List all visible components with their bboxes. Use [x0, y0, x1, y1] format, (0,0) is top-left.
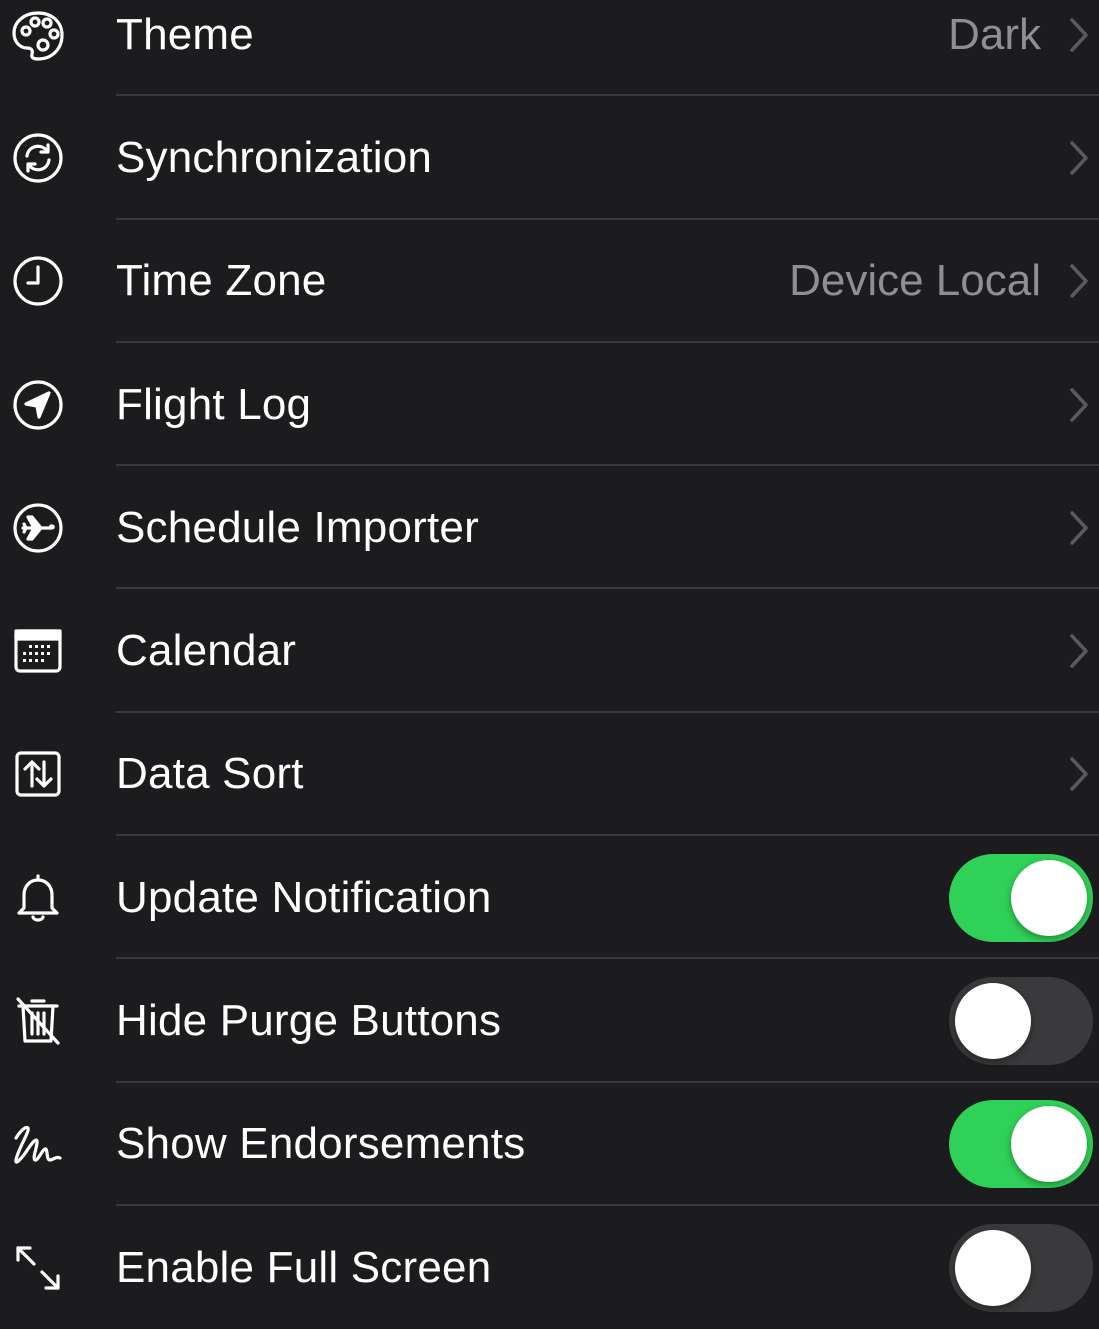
chevron-right-icon: [1067, 15, 1091, 55]
chevron-right-icon: [1067, 754, 1091, 794]
toggle-knob: [1011, 859, 1087, 936]
settings-row-label: Show Endorsements: [116, 1119, 526, 1169]
settings-row-label: Calendar: [116, 626, 297, 676]
settings-row-flight-log[interactable]: Flight Log: [0, 343, 1099, 467]
settings-row-label: Hide Purge Buttons: [116, 996, 502, 1046]
navigation-arrow-icon: [10, 377, 66, 433]
settings-row-enable-full-screen: Enable Full Screen: [0, 1206, 1099, 1329]
time-zone-value: Device Local: [789, 256, 1041, 306]
theme-value: Dark: [948, 9, 1041, 59]
show-endorsements-toggle[interactable]: [949, 1100, 1093, 1189]
expand-arrows-icon: [10, 1240, 66, 1296]
settings-row-update-notification: Update Notification: [0, 836, 1099, 960]
settings-row-synchronization[interactable]: Synchronization: [0, 96, 1099, 220]
settings-row-label: Synchronization: [116, 132, 433, 182]
chevron-right-icon: [1067, 138, 1091, 178]
settings-row-show-endorsements: Show Endorsements: [0, 1083, 1099, 1206]
settings-row-theme[interactable]: Theme Dark: [0, 0, 1099, 97]
clock-icon: [10, 253, 66, 309]
chevron-right-icon: [1067, 261, 1091, 301]
toggle-knob: [955, 1229, 1031, 1306]
signature-icon: [10, 1116, 66, 1172]
hide-purge-buttons-toggle[interactable]: [949, 977, 1093, 1066]
settings-row-label: Schedule Importer: [116, 502, 479, 552]
enable-full-screen-toggle[interactable]: [949, 1223, 1093, 1312]
settings-row-label: Enable Full Screen: [116, 1242, 492, 1292]
settings-row-time-zone[interactable]: Time Zone Device Local: [0, 220, 1099, 343]
palette-icon: [10, 7, 66, 63]
trash-slash-icon: [10, 993, 66, 1049]
airplane-circle-icon: [10, 500, 66, 556]
chevron-right-icon: [1067, 385, 1091, 425]
toggle-knob: [955, 983, 1031, 1060]
settings-row-data-sort[interactable]: Data Sort: [0, 713, 1099, 837]
settings-row-label: Flight Log: [116, 379, 312, 429]
bell-icon: [10, 870, 66, 926]
calendar-icon: [10, 623, 66, 679]
settings-row-label: Update Notification: [116, 872, 492, 922]
settings-row-label: Theme: [116, 9, 254, 59]
settings-row-schedule-importer[interactable]: Schedule Importer: [0, 466, 1099, 590]
toggle-knob: [1011, 1106, 1087, 1183]
chevron-right-icon: [1067, 508, 1091, 548]
settings-list: Theme Dark Synchronization Time Zone Dev…: [0, 0, 1099, 1329]
settings-row-calendar[interactable]: Calendar: [0, 589, 1099, 713]
settings-row-hide-purge-buttons: Hide Purge Buttons: [0, 959, 1099, 1083]
settings-row-label: Time Zone: [116, 256, 327, 306]
settings-row-label: Data Sort: [116, 749, 304, 799]
sync-icon: [10, 130, 66, 186]
chevron-right-icon: [1067, 631, 1091, 671]
update-notification-toggle[interactable]: [949, 853, 1093, 942]
sort-arrows-icon: [10, 746, 66, 802]
